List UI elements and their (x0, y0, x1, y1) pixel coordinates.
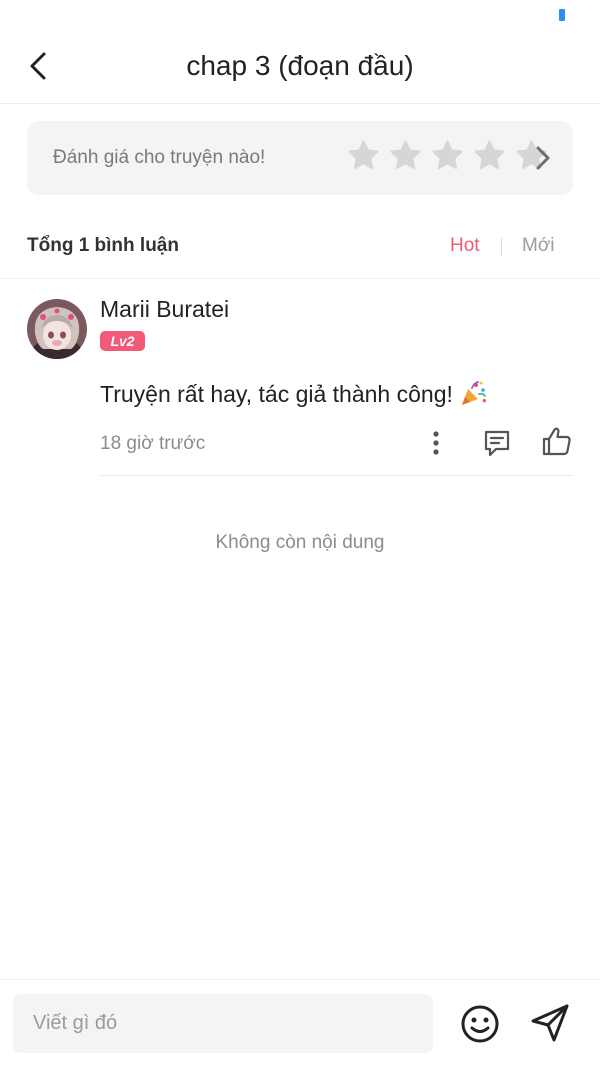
comment-composer (0, 979, 600, 1067)
party-popper-icon (461, 381, 487, 405)
more-options-icon[interactable] (426, 429, 446, 457)
rating-panel[interactable]: Đánh giá cho truyện nào! (27, 121, 573, 195)
star-icon[interactable] (473, 139, 506, 172)
comment-input[interactable] (13, 994, 433, 1053)
send-icon[interactable] (529, 1002, 571, 1044)
comment-text: Truyện rất hay, tác giả thành công! (100, 381, 453, 407)
divider (100, 475, 573, 476)
reply-icon[interactable] (482, 428, 512, 458)
comments-header: Tổng 1 bình luận Hot Mới (27, 233, 557, 261)
thumbs-up-icon[interactable] (541, 425, 572, 457)
star-rating (347, 139, 548, 172)
rating-prompt: Đánh giá cho truyện nào! (53, 147, 266, 168)
emoji-icon[interactable] (460, 1004, 500, 1044)
sort-hot-tab[interactable]: Hot (450, 235, 480, 257)
avatar-image (27, 299, 87, 359)
comment-item: Marii Buratei Lv2 Truyện rất hay, tác gi… (0, 279, 600, 476)
comment-count: Tổng 1 bình luận (27, 235, 179, 256)
page-title: chap 3 (đoạn đầu) (186, 50, 414, 81)
star-icon[interactable] (389, 139, 422, 172)
level-badge: Lv2 (100, 331, 145, 351)
sort-divider (501, 238, 502, 256)
end-of-list-note: Không còn nội dung (215, 532, 385, 553)
header: chap 3 (đoạn đầu) (0, 0, 600, 104)
avatar[interactable] (27, 299, 87, 359)
chevron-right-icon (536, 146, 550, 170)
star-icon[interactable] (431, 139, 464, 172)
comment-username[interactable]: Marii Buratei (100, 296, 229, 323)
star-icon[interactable] (347, 139, 380, 172)
comment-body: Truyện rất hay, tác giả thành công! (100, 379, 487, 408)
sort-new-tab[interactable]: Mới (522, 235, 555, 257)
comment-timestamp: 18 giờ trước (100, 433, 206, 454)
